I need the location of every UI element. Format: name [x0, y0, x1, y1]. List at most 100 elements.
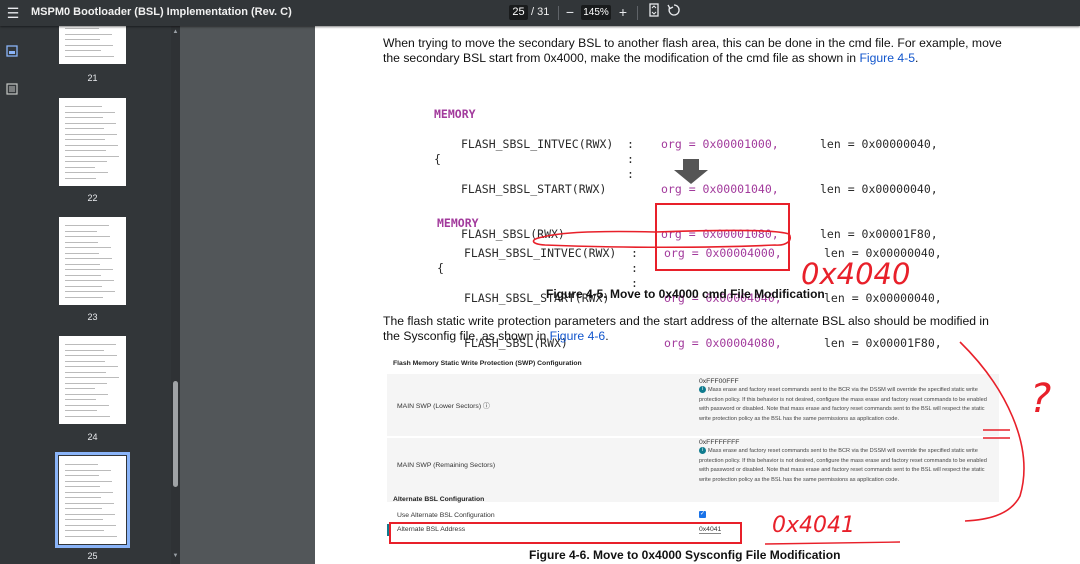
thumbnail-text-line [65, 280, 114, 281]
thumbnail-text-line [65, 258, 112, 259]
page-thumbnail[interactable] [59, 98, 126, 186]
page-thumbnail-selected[interactable] [55, 452, 130, 548]
thumbnail-text-line [65, 28, 99, 29]
handwritten-question-mark: ? [1030, 376, 1052, 422]
zoom-out-button[interactable]: − [561, 3, 579, 22]
document-page: When trying to move the secondary BSL to… [315, 26, 1080, 564]
thumbnail-text-line [65, 399, 96, 400]
thumbnail-text-line [65, 344, 116, 345]
thumbnails-icon[interactable] [6, 44, 18, 57]
thumbnail-text-line [65, 524, 116, 526]
zoom-in-button[interactable]: + [614, 3, 632, 22]
page-total: / 31 [531, 6, 550, 18]
document-title: MSPM0 Bootloader (BSL) Implementation (R… [31, 6, 292, 18]
thumbnail-text-line [65, 161, 107, 162]
thumbnail-text-line [65, 388, 95, 389]
thumbnail-text-line [65, 296, 103, 298]
page-thumbnail[interactable] [59, 217, 126, 305]
thumbnail-text-line [65, 404, 109, 406]
thumbnail-text-line [65, 106, 102, 107]
thumbnail-text-line [65, 225, 109, 226]
thumbnail-text-line [65, 502, 114, 504]
scroll-down-icon[interactable]: ▼ [172, 553, 179, 559]
thumbnail-text-line [65, 166, 95, 168]
thumbnail-text-line [65, 475, 99, 476]
thumbnail-text-line [65, 535, 117, 537]
thumbnail-text-line [65, 150, 106, 151]
thumbnail-text-line [65, 128, 104, 129]
toolbar-divider [558, 6, 559, 20]
thumbnail-text-line [65, 371, 106, 373]
rotate-icon[interactable] [665, 3, 683, 22]
underline-mark [764, 541, 901, 545]
thumbnail-text-line [65, 269, 113, 270]
thumbnail-page-number: 22 [87, 193, 98, 203]
pointer-arrow [959, 341, 1025, 522]
thumbnail-text-line [65, 117, 103, 118]
thumbnail-text-line [65, 360, 105, 362]
thumbnail-text-line [65, 349, 104, 351]
menu-icon[interactable]: ☰ [6, 4, 20, 22]
equals-mark [983, 429, 1010, 439]
thumbnail-text-line [65, 55, 114, 57]
thumbnail-text-line [65, 133, 117, 135]
thumbnail-page-number: 23 [87, 312, 98, 322]
thumbnail-text-line [65, 236, 110, 237]
thumbnail-text-line [65, 508, 102, 509]
red-annotation-layer [389, 203, 1025, 545]
thumbnail-text-line [65, 393, 108, 395]
thumbnail-text-line [65, 274, 101, 276]
thumbnail-sidebar: 21 22 23 24 25 ▲ ▼ [0, 26, 180, 564]
outline-icon[interactable] [6, 82, 18, 95]
thumbnail-text-line [65, 377, 119, 378]
thumbnail-text-line [65, 155, 119, 157]
sidebar-scroll-thumb[interactable] [173, 381, 178, 487]
thumbnail-text-line [65, 39, 100, 40]
thumbnail-text-line [65, 177, 96, 179]
thumbnail-text-line [65, 469, 111, 471]
thumbnail-text-line [65, 122, 116, 124]
fit-page-icon[interactable] [645, 3, 663, 22]
org-highlight-box [655, 203, 790, 271]
thumbnail-text-line [65, 139, 105, 140]
handwritten-0x4041: 0x4041 [772, 513, 856, 538]
thumbnail-text-line [65, 230, 97, 232]
thumbnail-text-line [65, 519, 103, 520]
thumbnail-text-line [65, 172, 108, 173]
zoom-level-input[interactable]: 145% [581, 5, 611, 20]
thumbnail-text-line [65, 497, 101, 498]
handwritten-0x4040: 0x4040 [801, 257, 911, 291]
thumbnail-page-number: 24 [87, 432, 98, 442]
page-thumbnail[interactable] [59, 26, 126, 64]
thumbnail-list: 21 22 23 24 25 [24, 26, 180, 564]
thumbnail-text-line [65, 480, 112, 482]
thumbnail-text-line [65, 111, 115, 113]
thumbnail-text-line [65, 247, 111, 248]
thumbnail-text-line [65, 464, 98, 465]
thumbnail-text-line [65, 410, 97, 411]
thumbnail-text-line [65, 252, 99, 254]
thumbnail-text-line [65, 285, 102, 287]
thumbnail-text-line [65, 291, 115, 292]
thumbnail-page-number: 25 [87, 551, 98, 561]
thumbnail-text-line [65, 415, 110, 417]
page-thumbnail[interactable] [59, 336, 126, 424]
start-line-circle [532, 229, 791, 249]
page-number-input[interactable]: 25 [509, 5, 528, 20]
thumbnail-text-line [65, 50, 101, 51]
thumbnail-text-line [65, 382, 107, 384]
scroll-up-icon[interactable]: ▲ [172, 29, 179, 35]
pdf-toolbar: ☰ MSPM0 Bootloader (BSL) Implementation … [0, 0, 1080, 26]
thumbnail-text-line [65, 530, 104, 531]
thumbnail-text-line [65, 491, 113, 493]
thumbnail-text-line [65, 241, 98, 243]
thumbnail-text-line [65, 44, 113, 46]
thumbnail-text-line [65, 486, 100, 487]
thumbnail-text-line [65, 513, 115, 515]
toolbar-divider [637, 6, 638, 20]
thumbnail-text-line [65, 33, 112, 35]
thumbnail-page-number: 21 [87, 73, 98, 83]
thumbnail-text-line [65, 355, 117, 356]
address-highlight-box [389, 522, 742, 544]
thumbnail-text-line [65, 144, 118, 146]
